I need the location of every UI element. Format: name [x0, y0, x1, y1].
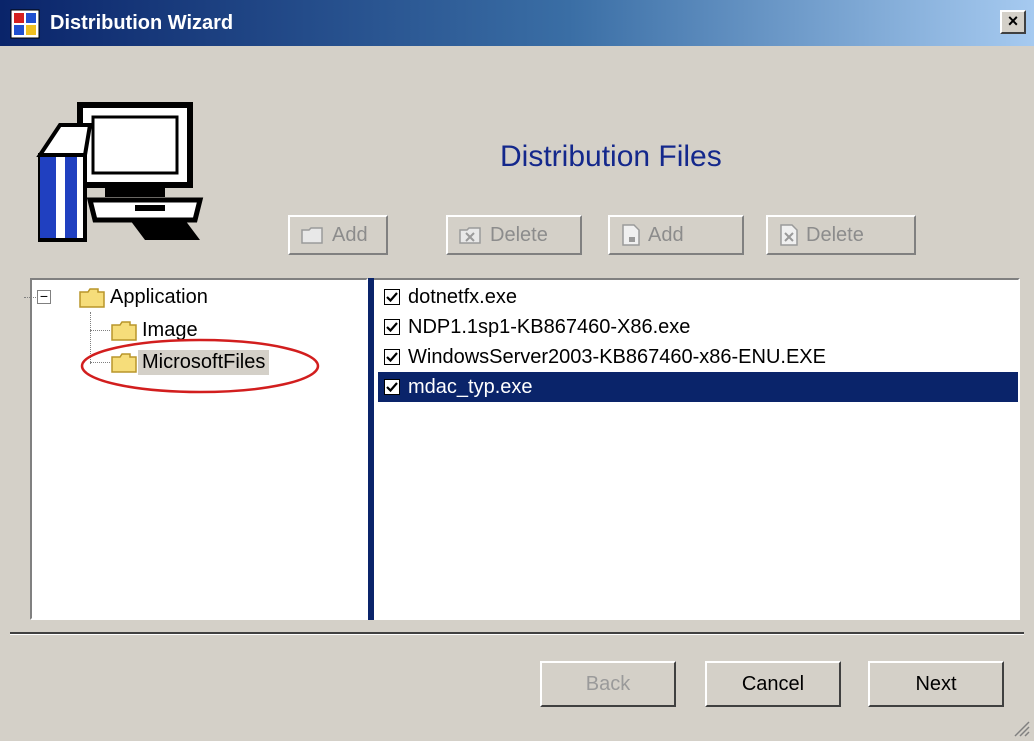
checkbox[interactable]: [384, 379, 400, 395]
collapse-toggle[interactable]: −: [37, 289, 51, 304]
checkbox[interactable]: [384, 319, 400, 335]
checkmark-icon: [386, 382, 398, 393]
add-file-button[interactable]: Add: [608, 215, 744, 255]
delete-folder-button[interactable]: Delete: [446, 215, 582, 255]
page-title: Distribution Files: [500, 140, 722, 173]
delete-file-label: Delete: [806, 223, 864, 246]
checkbox[interactable]: [384, 289, 400, 305]
checkbox[interactable]: [384, 349, 400, 365]
close-button[interactable]: ×: [1000, 10, 1026, 34]
tree-node-microsoftfiles[interactable]: MicrosoftFiles: [110, 350, 270, 375]
add-folder-button[interactable]: Add: [288, 215, 388, 255]
tree-node-image[interactable]: Image: [110, 318, 202, 343]
file-name: dotnetfx.exe: [408, 285, 517, 308]
file-row[interactable]: WindowsServer2003-KB867460-x86-ENU.EXE: [378, 342, 1018, 372]
tree-node-application[interactable]: Application: [78, 285, 212, 310]
next-button[interactable]: Next: [868, 661, 1004, 707]
folder-icon: [111, 320, 137, 341]
resize-grip-icon[interactable]: [1010, 717, 1030, 737]
delete-folder-label: Delete: [490, 223, 548, 246]
checkmark-icon: [386, 292, 398, 303]
file-row[interactable]: NDP1.1sp1-KB867460-X86.exe: [378, 312, 1018, 342]
tree-node-label: Image: [142, 319, 198, 341]
file-row[interactable]: dotnetfx.exe: [378, 282, 1018, 312]
delete-file-button[interactable]: Delete: [766, 215, 916, 255]
footer-divider: [10, 632, 1024, 635]
window-title: Distribution Wizard: [50, 12, 234, 34]
tree-node-label: Application: [110, 286, 208, 308]
app-icon: [10, 9, 40, 39]
folder-delete-icon: [459, 227, 481, 244]
title-bar: Distribution Wizard ×: [0, 0, 1034, 46]
file-name: NDP1.1sp1-KB867460-X86.exe: [408, 315, 691, 338]
file-name: WindowsServer2003-KB867460-x86-ENU.EXE: [408, 345, 826, 368]
checkmark-icon: [386, 352, 398, 363]
add-file-label: Add: [648, 223, 684, 246]
file-row[interactable]: mdac_typ.exe: [378, 372, 1018, 402]
folder-add-icon: [301, 227, 323, 244]
cancel-button[interactable]: Cancel: [705, 661, 841, 707]
add-folder-label: Add: [332, 223, 368, 246]
back-button[interactable]: Back: [540, 661, 676, 707]
file-add-icon: [622, 224, 640, 246]
file-delete-icon: [780, 224, 798, 246]
folder-icon: [79, 287, 105, 308]
checkmark-icon: [386, 322, 398, 333]
tree-node-label: MicrosoftFiles: [138, 350, 270, 375]
folder-icon: [111, 352, 137, 373]
computer-package-icon: [36, 102, 204, 242]
file-name: mdac_typ.exe: [408, 375, 533, 398]
